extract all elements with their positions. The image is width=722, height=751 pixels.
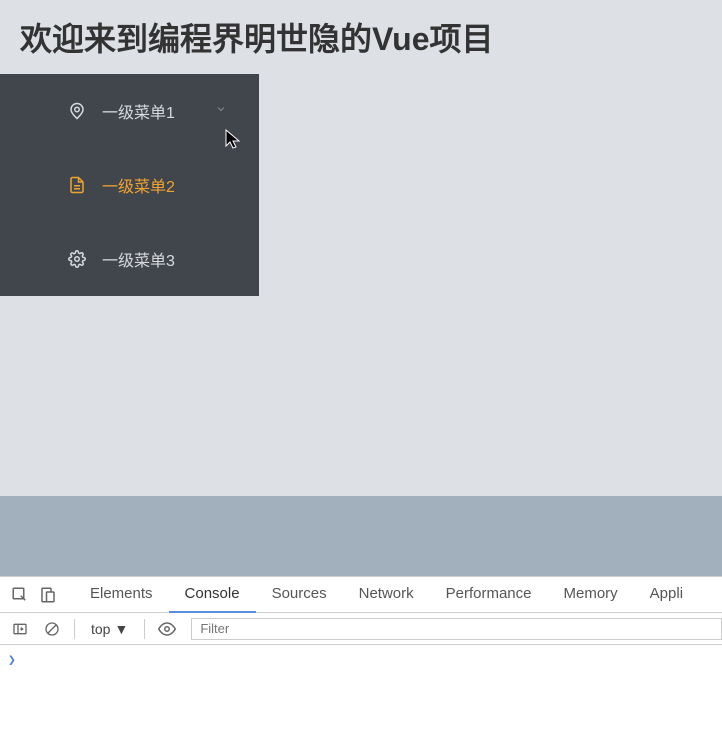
device-toolbar-button[interactable]: [34, 581, 62, 609]
menu-item-label: 一级菜单2: [102, 173, 175, 197]
sidebar-menu: 一级菜单1 一级菜单2: [0, 74, 259, 296]
tab-elements[interactable]: Elements: [74, 577, 169, 613]
divider: [74, 619, 75, 639]
spacer: [0, 496, 722, 576]
divider: [144, 619, 145, 639]
devtools-tabbar: Elements Console Sources Network Perform…: [0, 577, 722, 613]
tab-memory[interactable]: Memory: [548, 577, 634, 613]
filter-input[interactable]: [191, 618, 722, 640]
menu-item-3[interactable]: 一级菜单3: [0, 222, 259, 296]
context-label: top: [91, 621, 110, 637]
tab-console[interactable]: Console: [169, 577, 256, 613]
console-body[interactable]: ❯: [0, 645, 722, 675]
tab-sources[interactable]: Sources: [256, 577, 343, 613]
context-selector[interactable]: top ▼: [83, 621, 136, 637]
tab-application[interactable]: Appli: [634, 577, 699, 613]
menu-item-1[interactable]: 一级菜单1: [0, 74, 259, 148]
devtools-panel: Elements Console Sources Network Perform…: [0, 576, 722, 751]
main-content: [259, 74, 722, 496]
menu-item-label: 一级菜单1: [102, 99, 175, 123]
console-prompt: ❯: [8, 653, 16, 668]
page-header: 欢迎来到编程界明世隐的Vue项目: [0, 0, 722, 74]
sidebar-toggle-button[interactable]: [6, 615, 34, 643]
console-toolbar: top ▼: [0, 613, 722, 645]
clear-console-button[interactable]: [38, 615, 66, 643]
menu-item-label: 一级菜单3: [102, 247, 175, 271]
chevron-down-icon: [215, 102, 227, 120]
sidebar: 一级菜单1 一级菜单2: [0, 74, 259, 496]
app-body: 一级菜单1 一级菜单2: [0, 74, 722, 496]
tab-network[interactable]: Network: [343, 577, 430, 613]
gear-icon: [68, 250, 86, 268]
menu-item-2[interactable]: 一级菜单2: [0, 148, 259, 222]
document-icon: [68, 176, 86, 194]
tab-performance[interactable]: Performance: [430, 577, 548, 613]
location-icon: [68, 102, 86, 120]
page-title: 欢迎来到编程界明世隐的Vue项目: [20, 14, 494, 60]
chevron-down-icon: ▼: [114, 621, 128, 637]
inspect-element-button[interactable]: [6, 581, 34, 609]
live-expression-button[interactable]: [153, 615, 181, 643]
